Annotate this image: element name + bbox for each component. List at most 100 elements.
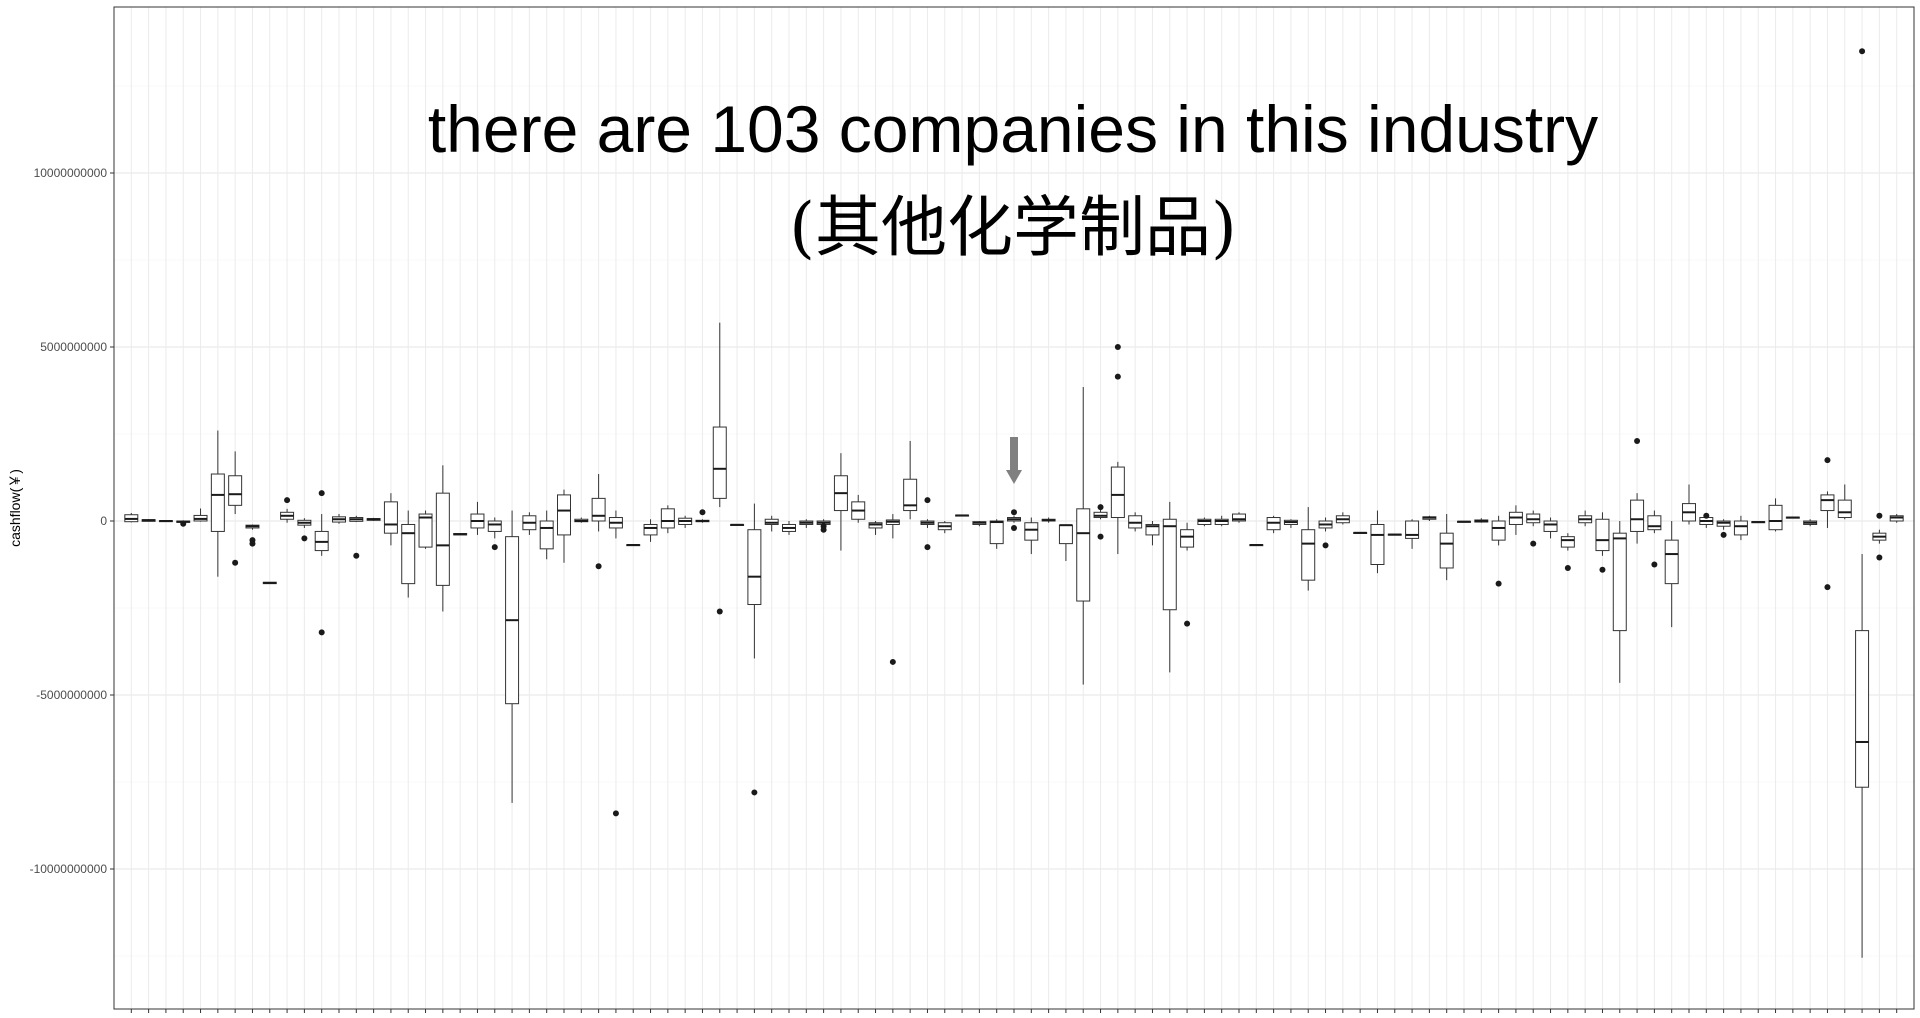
box-iqr: [1076, 508, 1091, 602]
outlier-point: [1011, 509, 1017, 516]
box-iqr: [1837, 499, 1852, 519]
box-65: [1232, 512, 1246, 523]
box-iqr: [383, 501, 398, 534]
outlier-point: [180, 520, 187, 527]
box-iqr: [712, 426, 727, 499]
outlier-point: [249, 540, 256, 547]
box-30: [626, 544, 641, 547]
outlier-point: [353, 552, 360, 559]
box-iqr: [660, 508, 675, 529]
outlier-point: [318, 629, 325, 636]
outlier-point: [318, 490, 325, 497]
x-axis: [130, 1009, 1898, 1013]
outlier-point: [924, 497, 931, 504]
y-tick-label: -5000000000: [36, 688, 107, 702]
box-72: [1353, 531, 1368, 534]
box-iqr: [1491, 520, 1506, 541]
box-iqr: [487, 520, 502, 532]
outlier-point: [1876, 512, 1883, 519]
outlier-point: [595, 563, 602, 570]
chart-subtitle: (其他化学制品): [789, 189, 1237, 266]
y-axis: 10000000000 5000000000 0 -5000000000 -100000…: [30, 166, 114, 876]
box-103: [1889, 514, 1904, 523]
box-36: [730, 523, 745, 526]
box-iqr: [1180, 529, 1195, 548]
box-1: [124, 512, 139, 523]
box-66: [1249, 544, 1264, 547]
outlier-point: [1097, 533, 1104, 540]
box-iqr: [1664, 539, 1679, 585]
outlier-point: [924, 544, 931, 551]
box-iqr: [1630, 499, 1645, 532]
box-iqr: [1439, 532, 1454, 569]
box-iqr: [747, 529, 762, 606]
outlier-point: [889, 658, 896, 665]
outlier-point: [612, 810, 619, 817]
boxplot-chart: 10000000000 5000000000 0 -5000000000 -100000…: [7, 6, 1915, 1013]
y-axis-title: cashflow(￥): [7, 469, 23, 547]
box-74: [1387, 533, 1402, 536]
box-95: [1751, 521, 1766, 524]
box-49: [955, 514, 970, 517]
box-15: [366, 517, 381, 521]
outlier-point: [284, 497, 291, 504]
box-iqr: [210, 473, 225, 532]
box-iqr: [557, 494, 571, 536]
box-iqr: [418, 513, 433, 548]
outlier-point: [1634, 437, 1641, 444]
box-63: [1197, 517, 1212, 527]
outlier-point: [1184, 620, 1191, 627]
box-iqr: [539, 520, 554, 550]
outlier-point: [1495, 580, 1502, 587]
outlier-point: [699, 509, 706, 516]
box-2: [141, 519, 156, 522]
outlier-point: [1876, 554, 1883, 561]
box-iqr: [1733, 520, 1748, 536]
box-iqr: [1820, 494, 1835, 512]
box-iqr: [1647, 515, 1662, 531]
outlier-point: [1322, 542, 1329, 549]
box-iqr: [1110, 466, 1125, 519]
y-tick-label: 0: [100, 514, 107, 528]
box-iqr: [1595, 518, 1610, 552]
box-iqr: [1370, 523, 1385, 565]
outlier-point: [1651, 561, 1658, 568]
box-78: [1457, 520, 1471, 523]
box-iqr: [1560, 536, 1575, 548]
box-97: [1785, 516, 1800, 519]
outlier-point: [1530, 540, 1537, 547]
outlier-point: [491, 544, 498, 551]
box-iqr: [1024, 522, 1039, 541]
outlier-point: [1859, 48, 1866, 55]
outlier-point: [1703, 512, 1710, 519]
outlier-point: [1114, 373, 1121, 380]
outlier-point: [1824, 457, 1831, 464]
outlier-point: [820, 526, 827, 533]
outlier-point: [301, 535, 308, 542]
outlier-point: [1564, 564, 1571, 571]
box-iqr: [1301, 529, 1316, 581]
y-tick-label: 5000000000: [40, 340, 107, 354]
box-iqr: [643, 523, 658, 536]
box-iqr: [1162, 518, 1177, 611]
outlier-point: [751, 789, 758, 796]
outlier-point: [1097, 504, 1104, 511]
y-tick-label: -10000000000: [30, 862, 108, 876]
outlier-point: [716, 608, 723, 615]
outlier-point: [232, 559, 239, 566]
box-iqr: [989, 520, 1004, 545]
box-9: [262, 581, 277, 585]
box-iqr: [435, 492, 450, 586]
box-iqr: [1855, 630, 1870, 788]
box-20: [453, 533, 468, 536]
box-iqr: [228, 475, 243, 506]
box-iqr: [1612, 532, 1627, 632]
outlier-point: [1599, 566, 1606, 573]
chart-title: there are 103 companies in this industry: [428, 92, 1598, 166]
y-tick-label: 10000000000: [34, 166, 108, 180]
box-3: [158, 520, 173, 523]
box-iqr: [1543, 520, 1558, 532]
outlier-point: [1011, 524, 1017, 531]
box-iqr: [591, 497, 606, 522]
box-18: [418, 510, 433, 549]
